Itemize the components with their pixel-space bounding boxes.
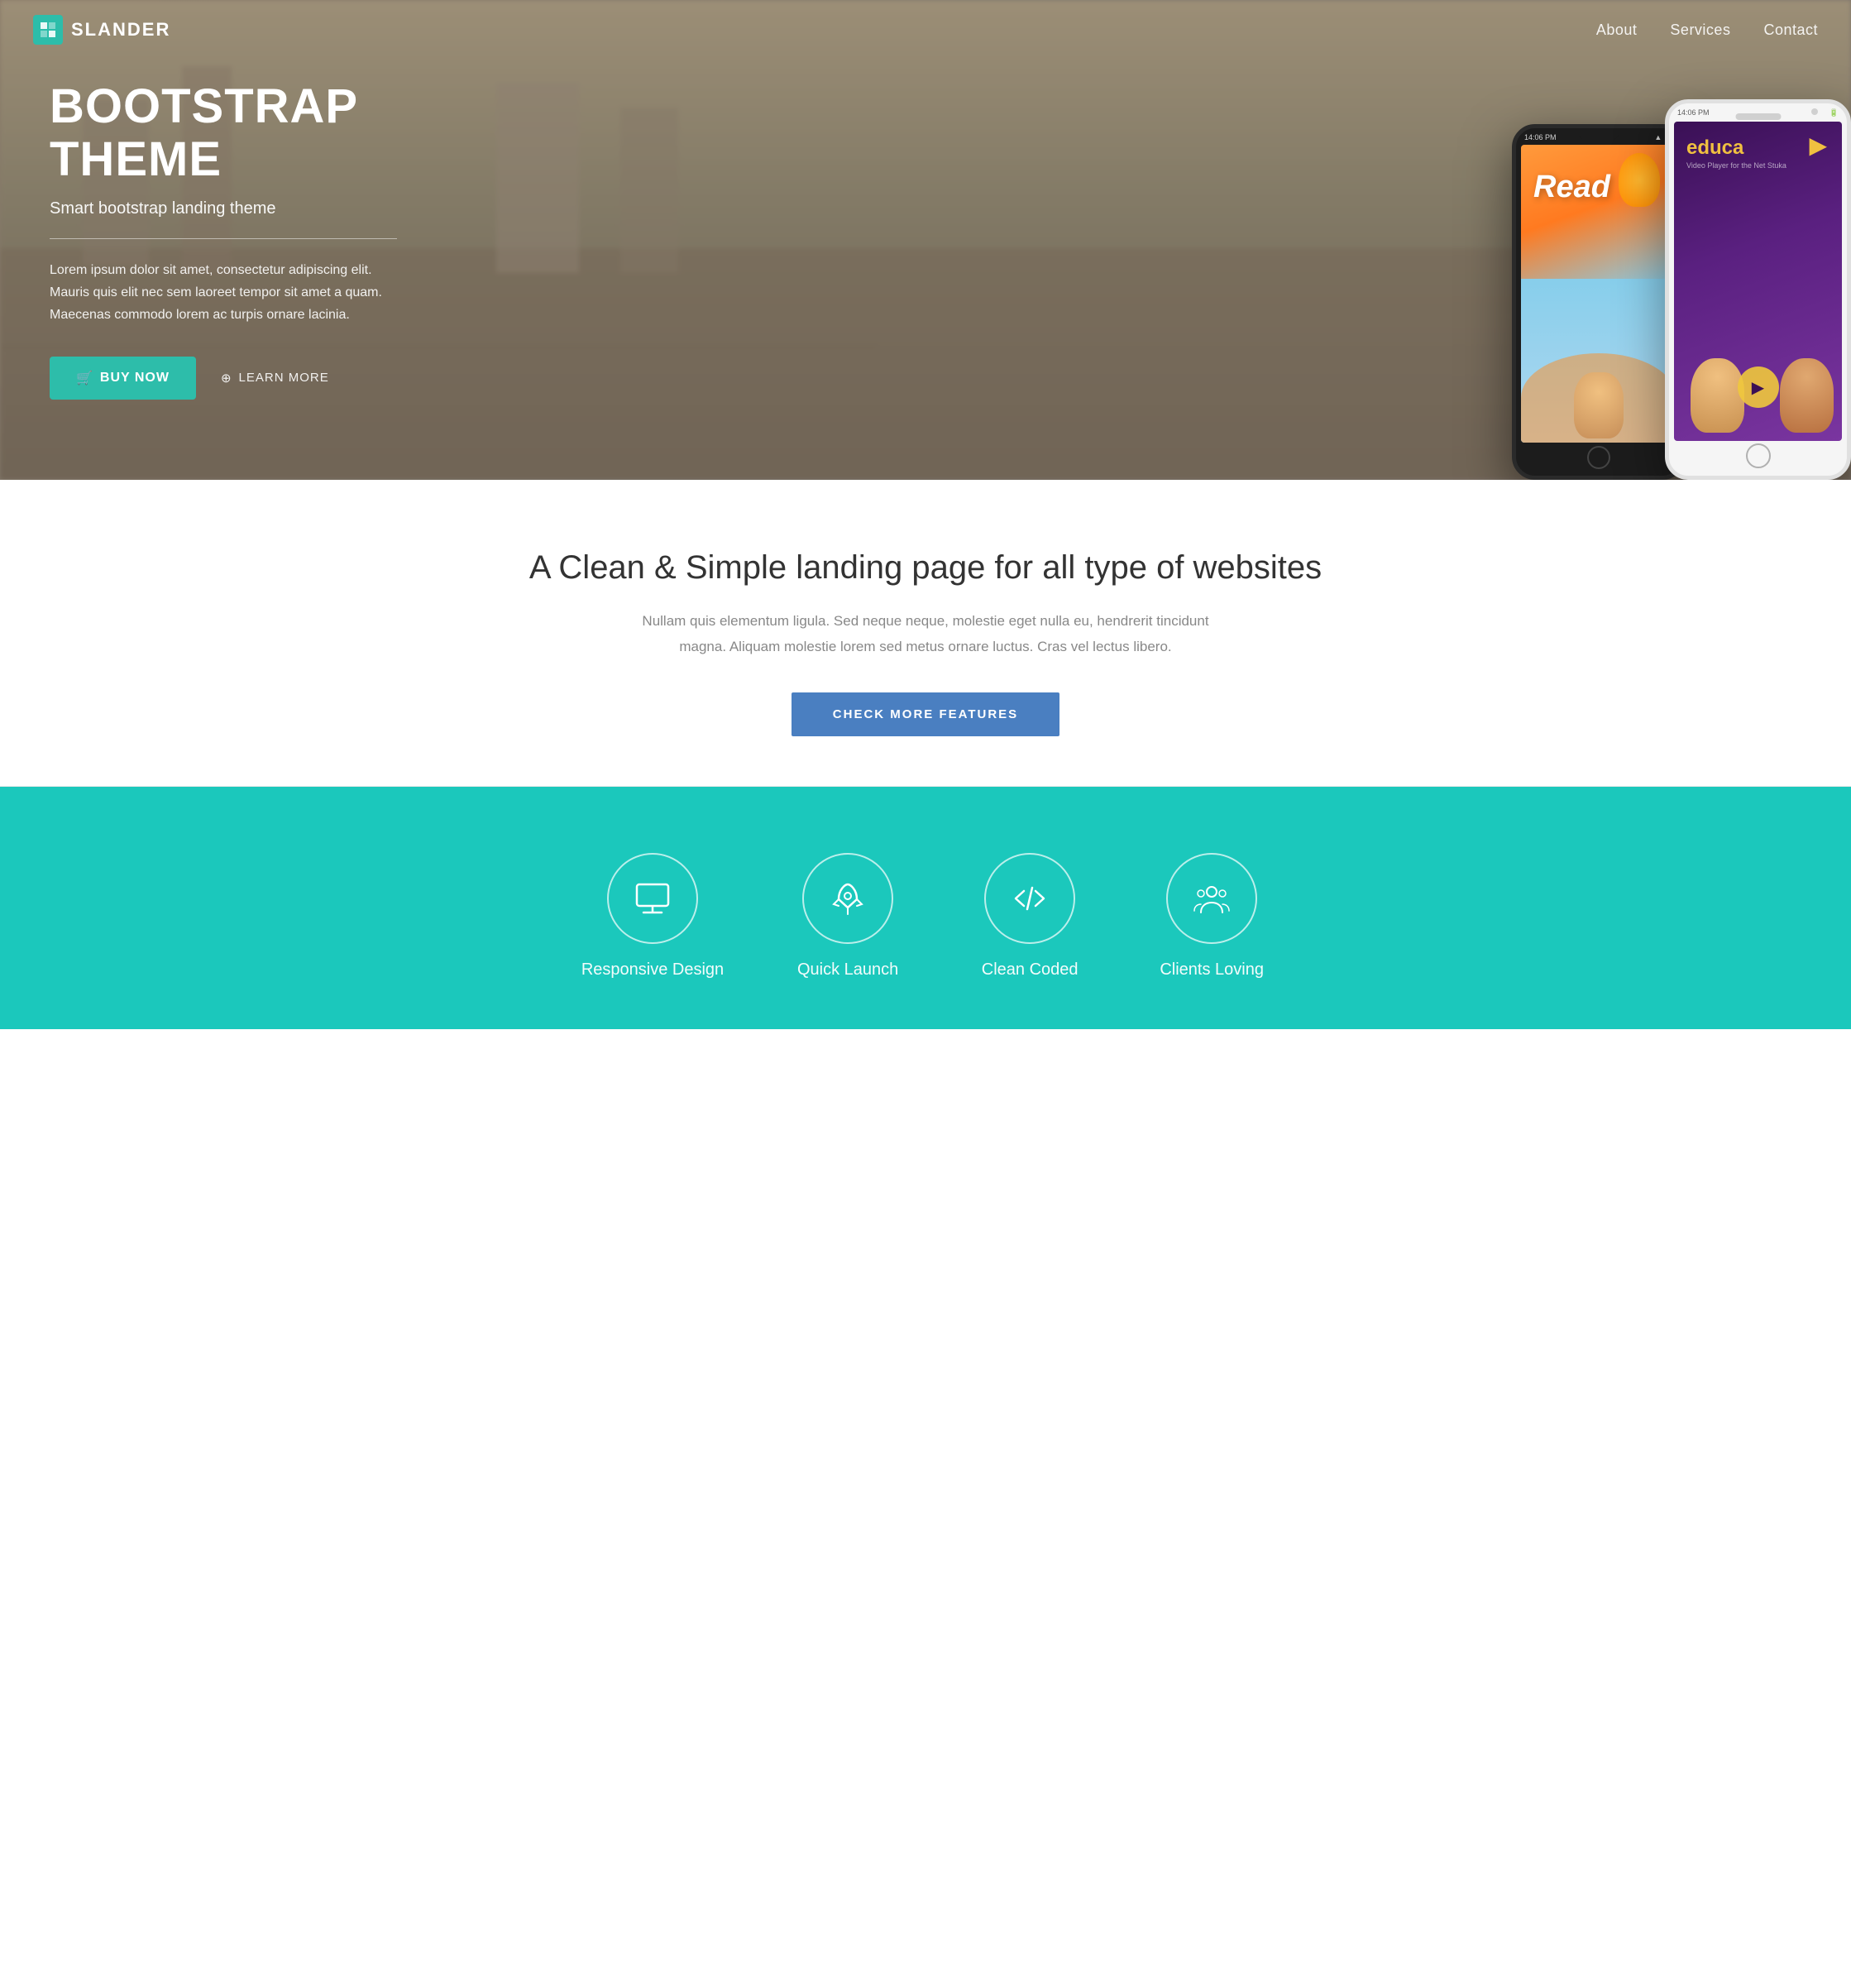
circle-icon: ⊕ [221, 371, 232, 386]
hero-subtitle: Smart bootstrap landing theme [50, 199, 414, 218]
feature-label-clean-coded: Clean Coded [982, 960, 1079, 980]
clients-loving-icon [1166, 853, 1257, 944]
feature-label-responsive: Responsive Design [581, 960, 724, 980]
brand-name: SLANDER [71, 19, 170, 41]
feature-item-clean-coded: Clean Coded [972, 853, 1088, 980]
hero-content: BOOTSTRAPTHEME Smart bootstrap landing t… [0, 80, 414, 399]
hero-buttons: 🛒 BUY NOW ⊕ LEARN MORE [50, 357, 414, 400]
brand-logo-link[interactable]: SLANDER [33, 15, 170, 45]
feature-item-responsive: Responsive Design [581, 853, 724, 980]
feature-item-quick-launch: Quick Launch [790, 853, 906, 980]
features-grid: Responsive Design Quick Launch [33, 853, 1818, 980]
navbar: SLANDER About Services Contact [0, 0, 1851, 60]
cart-icon: 🛒 [76, 370, 93, 386]
clean-coded-icon [984, 853, 1075, 944]
nav-menu: About Services Contact [1596, 22, 1818, 39]
hero-divider [50, 238, 397, 239]
learn-more-button[interactable]: ⊕ LEARN MORE [221, 371, 329, 386]
tagline-heading: A Clean & Simple landing page for all ty… [33, 546, 1818, 589]
hero-title: BOOTSTRAPTHEME [50, 80, 414, 186]
quick-launch-icon [802, 853, 893, 944]
feature-item-clients-loving: Clients Loving [1154, 853, 1270, 980]
hero-phones: 14:06 PM ▲ 🔋 Read 1 [1512, 99, 1851, 480]
tagline-description: Nullam quis elementum ligula. Sed neque … [628, 609, 1223, 659]
nav-item-about[interactable]: About [1596, 22, 1638, 39]
nav-item-contact[interactable]: Contact [1763, 22, 1818, 39]
feature-label-clients-loving: Clients Loving [1160, 960, 1264, 980]
nav-item-services[interactable]: Services [1670, 22, 1730, 39]
feature-label-quick-launch: Quick Launch [797, 960, 898, 980]
features-section: Responsive Design Quick Launch [0, 787, 1851, 1029]
buy-now-button[interactable]: 🛒 BUY NOW [50, 357, 196, 400]
check-features-button[interactable]: CHECK MORE FEATURES [792, 692, 1059, 736]
tagline-section: A Clean & Simple landing page for all ty… [0, 480, 1851, 787]
brand-logo-icon [33, 15, 63, 45]
hero-section: BOOTSTRAPTHEME Smart bootstrap landing t… [0, 0, 1851, 480]
responsive-design-icon [607, 853, 698, 944]
hero-description: Lorem ipsum dolor sit amet, consectetur … [50, 259, 414, 327]
